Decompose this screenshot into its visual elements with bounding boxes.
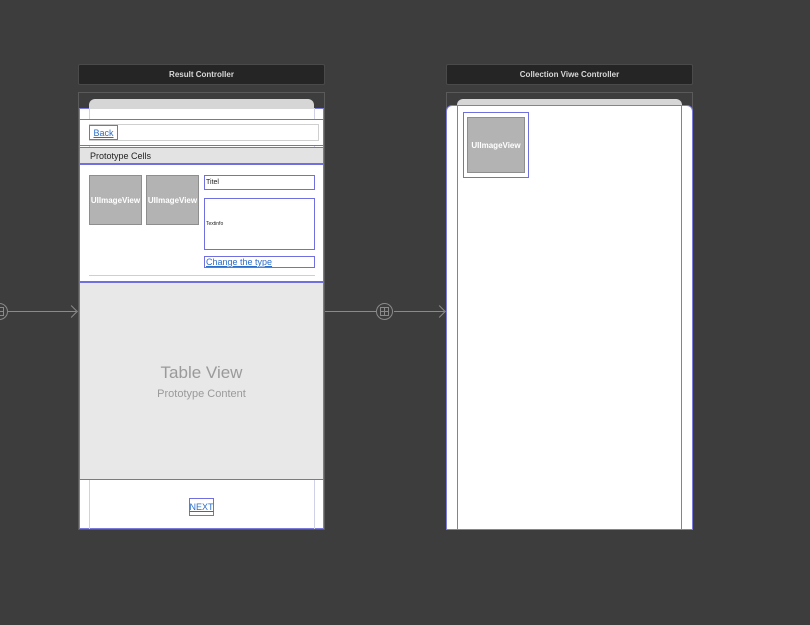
prototype-cells-header: Prototype Cells xyxy=(79,147,324,164)
show-arrow-icon xyxy=(433,305,446,318)
change-type-button[interactable]: Change the type xyxy=(204,256,315,268)
result-scene-title-text: Result Controller xyxy=(169,70,234,79)
title-label[interactable]: Titel xyxy=(204,175,315,190)
entry-segue-icon[interactable] xyxy=(0,303,8,320)
collection-scene-title[interactable]: Collection Viwe Controller xyxy=(446,64,693,85)
table-view-subtitle: Prototype Content xyxy=(157,387,246,400)
prototype-cells-label: Prototype Cells xyxy=(90,150,152,161)
collection-guide-left xyxy=(457,106,458,529)
entry-arrow-icon xyxy=(65,305,78,318)
table-view[interactable]: Table View Prototype Content xyxy=(80,283,323,479)
show-segue-icon[interactable] xyxy=(376,303,393,320)
segue-glyph-icon xyxy=(380,307,389,316)
result-top-bar xyxy=(89,99,314,109)
segue-glyph-icon xyxy=(0,307,4,316)
table-view-title: Table View xyxy=(160,362,243,382)
collection-guide-right xyxy=(681,106,682,529)
back-button[interactable]: Back xyxy=(89,125,118,140)
show-segue-line-a xyxy=(325,311,376,312)
result-header-inner xyxy=(89,124,319,141)
textinfo-label[interactable]: Textinfo xyxy=(204,198,315,250)
cell-image-view-1[interactable]: UIImageView xyxy=(89,175,142,225)
cell-image-view-2[interactable]: UIImageView xyxy=(146,175,199,225)
next-button[interactable]: NEXT xyxy=(189,498,214,516)
result-scene-title[interactable]: Result Controller xyxy=(78,64,325,85)
collection-scene-title-text: Collection Viwe Controller xyxy=(519,70,620,79)
collection-image-view[interactable]: UIImageView xyxy=(467,117,525,173)
